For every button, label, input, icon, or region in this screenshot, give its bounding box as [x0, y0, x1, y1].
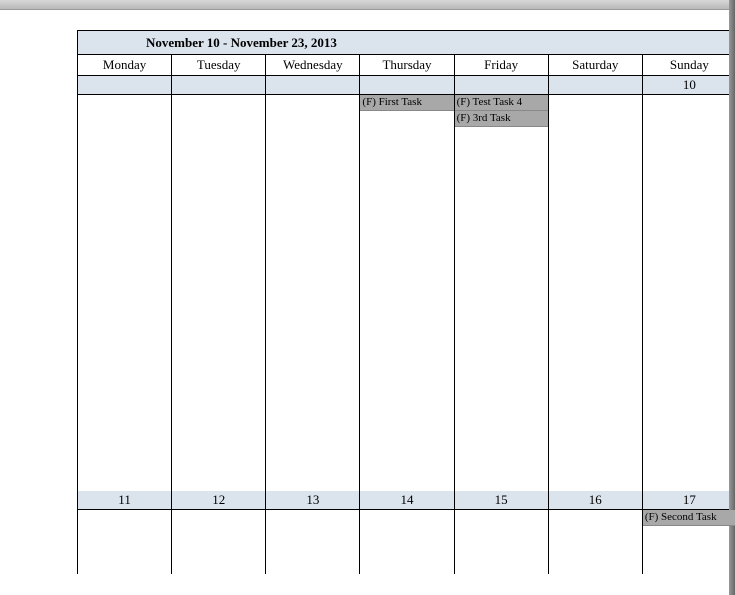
day-cell[interactable]: [78, 510, 172, 574]
day-cell[interactable]: [549, 510, 643, 574]
day-cell[interactable]: [172, 510, 266, 574]
day-cell[interactable]: [455, 510, 549, 574]
app-top-strip: [0, 0, 735, 10]
week1-date-row: 10: [78, 76, 735, 95]
date-cell[interactable]: [266, 76, 360, 94]
task-item[interactable]: (F) Test Task 4: [455, 95, 548, 111]
date-cell[interactable]: 16: [549, 491, 643, 509]
date-cell[interactable]: [455, 76, 549, 94]
day-cell[interactable]: [78, 95, 172, 491]
task-item[interactable]: (F) Second Task: [643, 510, 735, 526]
calendar-grid: November 10 - November 23, 2013 Monday T…: [77, 30, 735, 574]
date-cell[interactable]: [549, 76, 643, 94]
date-cell[interactable]: 11: [78, 491, 172, 509]
task-item[interactable]: (F) First Task: [360, 95, 453, 111]
week1-body-row: (F) First Task (F) Test Task 4 (F) 3rd T…: [78, 95, 735, 491]
day-header-friday: Friday: [455, 55, 549, 75]
day-cell[interactable]: [266, 510, 360, 574]
day-cell[interactable]: (F) First Task: [360, 95, 454, 491]
day-header-saturday: Saturday: [549, 55, 643, 75]
date-cell[interactable]: 12: [172, 491, 266, 509]
date-cell[interactable]: 14: [360, 491, 454, 509]
week2-body-row: (F) Second Task: [78, 510, 735, 574]
week2-date-row: 11 12 13 14 15 16 17: [78, 491, 735, 510]
date-cell[interactable]: [360, 76, 454, 94]
page-area: November 10 - November 23, 2013 Monday T…: [0, 10, 735, 595]
calendar-title: November 10 - November 23, 2013: [146, 35, 337, 51]
date-cell[interactable]: 17: [643, 491, 735, 509]
date-cell[interactable]: 13: [266, 491, 360, 509]
date-cell[interactable]: 10: [643, 76, 735, 94]
day-header-tuesday: Tuesday: [172, 55, 266, 75]
date-cell[interactable]: [172, 76, 266, 94]
day-cell[interactable]: [266, 95, 360, 491]
task-item[interactable]: (F) 3rd Task: [455, 111, 548, 127]
day-header-wednesday: Wednesday: [266, 55, 360, 75]
date-cell[interactable]: 15: [455, 491, 549, 509]
calendar-title-bar: November 10 - November 23, 2013: [78, 31, 735, 55]
day-cell[interactable]: (F) Second Task: [643, 510, 735, 574]
day-cell[interactable]: (F) Test Task 4 (F) 3rd Task: [455, 95, 549, 491]
day-cell[interactable]: [643, 95, 735, 491]
day-header-sunday: Sunday: [643, 55, 735, 75]
day-cell[interactable]: [172, 95, 266, 491]
date-cell[interactable]: [78, 76, 172, 94]
day-cell[interactable]: [549, 95, 643, 491]
day-header-thursday: Thursday: [360, 55, 454, 75]
day-cell[interactable]: [360, 510, 454, 574]
calendar-day-header-row: Monday Tuesday Wednesday Thursday Friday…: [78, 55, 735, 76]
day-header-monday: Monday: [78, 55, 172, 75]
